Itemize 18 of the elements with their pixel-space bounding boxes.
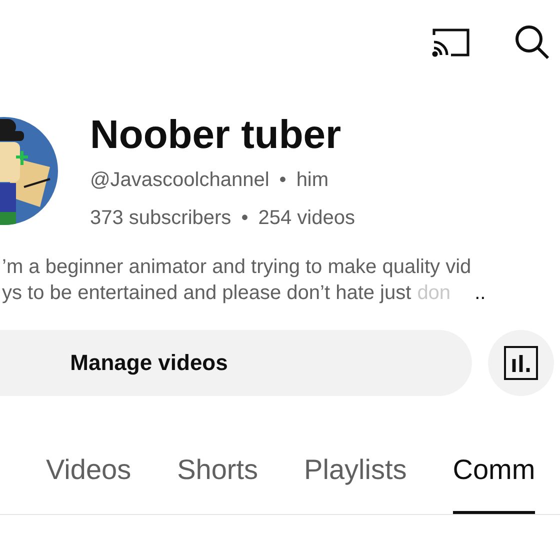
- channel-tab[interactable]: Comm: [452, 454, 536, 514]
- channel-tab[interactable]: Shorts: [177, 454, 258, 514]
- channel-tab[interactable]: Videos: [46, 454, 132, 514]
- subscriber-count: 373 subscribers: [90, 206, 232, 230]
- analytics-icon: [504, 346, 538, 380]
- pronouns: him: [296, 168, 329, 192]
- more-ellipsis[interactable]: ..: [474, 280, 486, 306]
- cast-icon[interactable]: [432, 27, 470, 57]
- channel-name: Noober tuber: [90, 112, 342, 158]
- description-text: ys to be entertained and please don’t hate just: [2, 281, 412, 306]
- separator-dot: •: [279, 168, 286, 192]
- description-text: ’m a beginner animator and trying to make quality vid: [2, 255, 472, 280]
- channel-tab[interactable]: Playlists: [304, 454, 407, 514]
- manage-videos-button[interactable]: Manage videos: [0, 330, 472, 396]
- video-count: 254 videos: [258, 206, 355, 230]
- separator-dot: •: [241, 206, 248, 230]
- search-icon[interactable]: [514, 24, 550, 60]
- channel-handle: @Javascoolchannel: [90, 168, 270, 192]
